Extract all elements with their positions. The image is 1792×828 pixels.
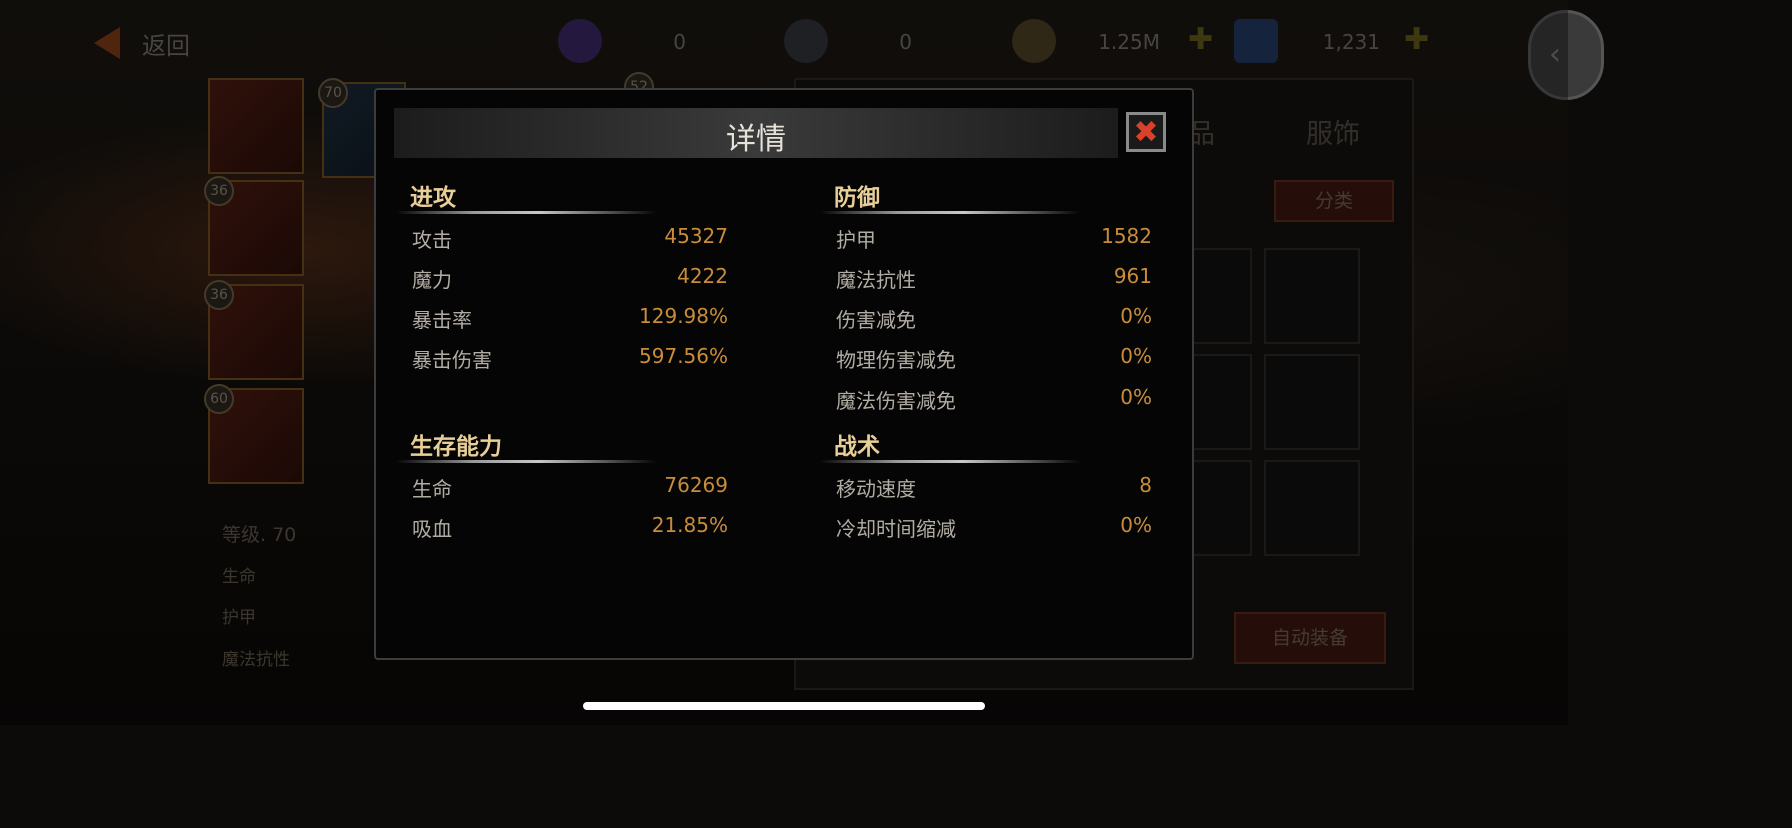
section-title-tactics: 战术 <box>834 434 880 460</box>
stat-label: 魔法伤害减免 <box>836 389 956 413</box>
close-button[interactable]: ✖ <box>1126 112 1166 152</box>
home-indicator[interactable] <box>583 702 985 710</box>
stat-value: 0% <box>1120 513 1152 537</box>
stat-label: 魔法抗性 <box>836 268 916 292</box>
stat-value: 0% <box>1120 304 1152 328</box>
stat-value: 0% <box>1120 385 1152 409</box>
stat-value: 1582 <box>1101 224 1152 248</box>
stat-label: 吸血 <box>412 517 452 541</box>
stat-label: 暴击伤害 <box>412 348 492 372</box>
section-divider <box>396 460 656 463</box>
stat-value: 45327 <box>664 224 728 248</box>
stat-value: 21.85% <box>651 513 728 537</box>
stat-value: 76269 <box>664 473 728 497</box>
section-title-defense: 防御 <box>834 185 880 211</box>
section-title-survival: 生存能力 <box>410 434 502 460</box>
stat-value: 961 <box>1113 264 1152 288</box>
stat-value: 4222 <box>677 264 728 288</box>
stat-label: 冷却时间缩减 <box>836 517 956 541</box>
stat-value: 8 <box>1139 473 1152 497</box>
dialog-title: 详情 <box>726 122 786 157</box>
section-title-attack: 进攻 <box>410 185 456 211</box>
dialog-header: 详情 <box>394 108 1118 158</box>
stat-value: 597.56% <box>639 344 728 368</box>
stat-label: 生命 <box>412 477 452 501</box>
details-dialog: 详情 ✖ 进攻 攻击 45327 魔力 4222 暴击率 129.98% 暴击伤… <box>374 88 1194 660</box>
section-divider <box>820 211 1080 214</box>
stat-value: 0% <box>1120 344 1152 368</box>
stat-label: 伤害减免 <box>836 308 916 332</box>
section-divider <box>820 460 1080 463</box>
stat-label: 攻击 <box>412 228 452 252</box>
stat-label: 暴击率 <box>412 308 472 332</box>
stat-label: 魔力 <box>412 268 452 292</box>
stat-label: 护甲 <box>836 228 876 252</box>
stat-label: 移动速度 <box>836 477 916 501</box>
stat-label: 物理伤害减免 <box>836 348 956 372</box>
stat-value: 129.98% <box>639 304 728 328</box>
close-icon: ✖ <box>1133 115 1159 150</box>
section-divider <box>396 211 656 214</box>
